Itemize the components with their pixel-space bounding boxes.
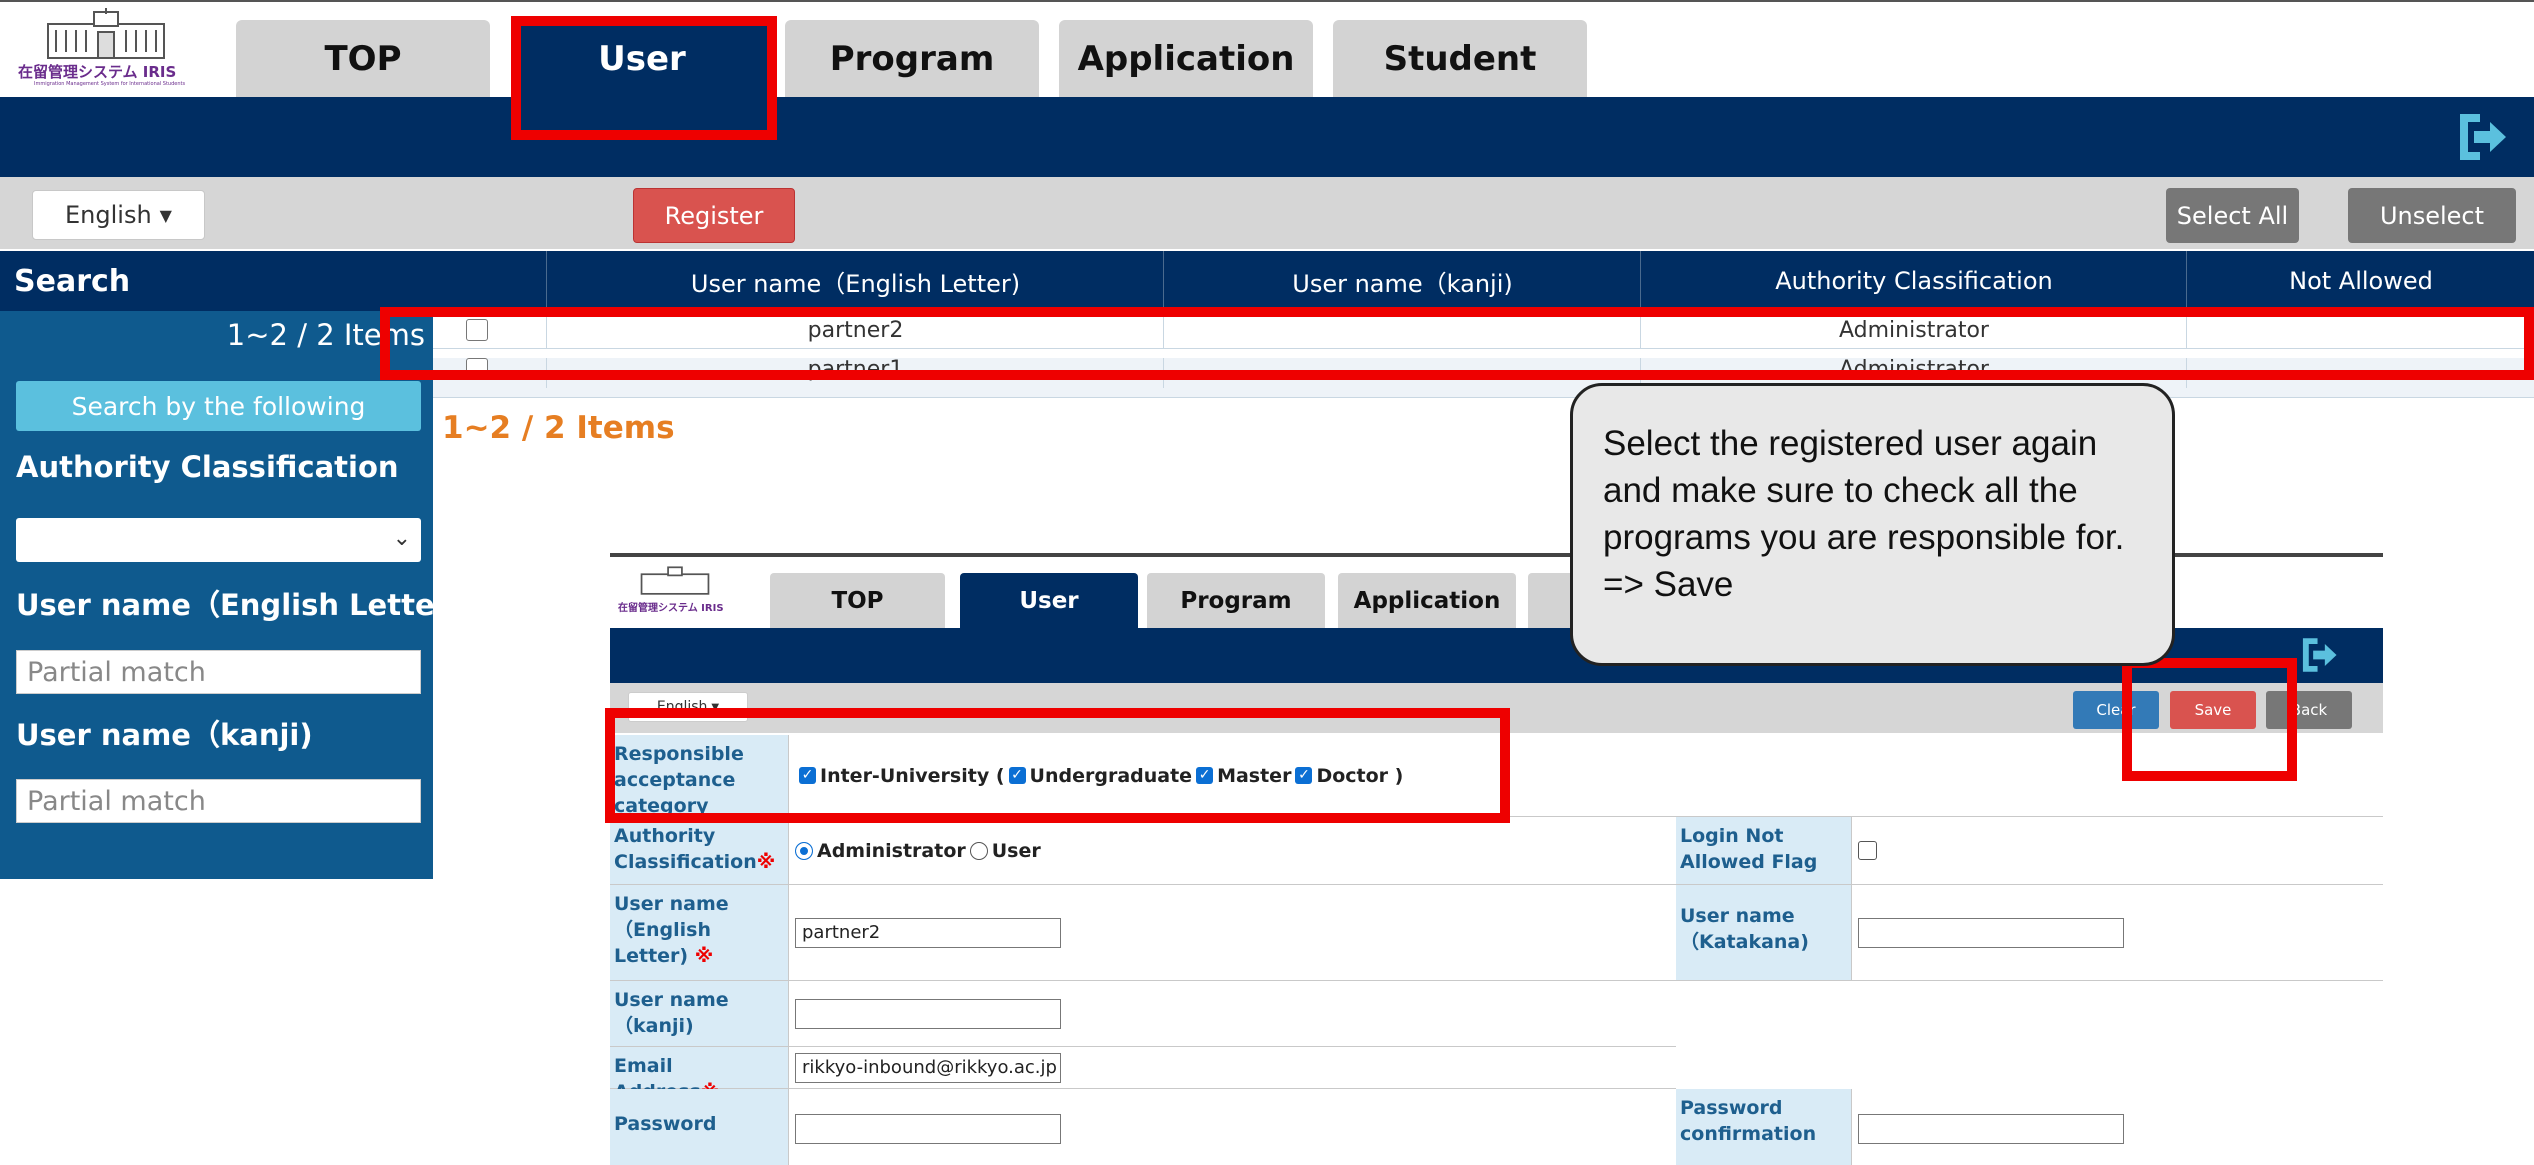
chevron-down-icon: ⌄ [392,526,411,551]
user-kanji-input[interactable] [795,998,1061,1029]
unselect-button[interactable]: Unselect [2348,188,2516,243]
user-en-label: User name（English Letter) ※ [610,885,788,981]
logout-icon[interactable] [2456,110,2508,164]
toolbar [0,177,2534,249]
logo-text: 在留管理システム IRIS [18,63,177,81]
language-dropdown[interactable]: English ▼ [32,190,205,240]
highlight-selected-row [380,307,2534,380]
required-mark: ※ [756,851,776,873]
password-field [788,1089,1676,1165]
tab-student[interactable]: Student [1333,20,1587,97]
user-en-input[interactable]: partner2 [795,917,1061,948]
authority-label-text: Authority Classification [614,825,757,873]
inset-logo: 在留管理システム IRIS [618,565,748,625]
header-user-kanji[interactable]: User name（kanji) [1163,251,1641,311]
inset-tab-top[interactable]: TOP [770,573,945,628]
password-confirm-field [1851,1089,2383,1165]
email-label: Email Address※ [610,1047,788,1103]
password-label: Password [610,1089,788,1165]
inset-logo-text: 在留管理システム IRIS [618,603,724,614]
administrator-label: Administrator [817,839,966,862]
authority-select[interactable]: ⌄ [16,518,421,562]
password-confirm-label: Password confirmation [1676,1089,1851,1165]
tab-top[interactable]: TOP [236,20,490,97]
user-en-filter-label: User name（English Letter) [16,588,463,622]
user-kanji-filter-label: User name（kanji) [16,718,313,752]
login-not-allowed-field [1851,817,2383,885]
required-mark: ※ [694,945,714,967]
email-input[interactable]: rikkyo-inbound@rikkyo.ac.jp [795,1052,1061,1083]
top-border [0,0,2534,2]
user-katakana-field [1851,885,2383,981]
email-field: rikkyo-inbound@rikkyo.ac.jp [788,1047,1676,1089]
authority-filter-label: Authority Classification [16,450,399,484]
user-en-search-input[interactable]: Partial match [16,650,421,694]
nav-bar [0,97,2534,177]
tab-program[interactable]: Program [785,20,1039,97]
search-by-button[interactable]: Search by the following [16,381,421,431]
building-icon [47,8,165,59]
user-kanji-search-input[interactable]: Partial match [16,779,421,823]
radio-user[interactable] [969,841,988,860]
user-en-field: partner2 [788,885,1676,981]
language-label: English [65,201,152,229]
header-select [433,251,546,311]
login-not-allowed-checkbox[interactable] [1858,841,1877,860]
sidebar-item-count: 1~2 / 2 Items [226,318,425,352]
header-authority[interactable]: Authority Classification [1640,251,2187,311]
header-user-en[interactable]: User name（English Letter) [546,251,1164,311]
highlight-save-button [2122,658,2297,781]
iris-logo[interactable]: 在留管理システム IRIS Immigration Management Sys… [12,6,222,90]
select-all-button[interactable]: Select All [2166,188,2299,243]
table-header: User name（English Letter) User name（kanj… [433,251,2534,311]
instruction-callout: Select the registered user again and mak… [1570,383,2175,666]
authority-label: Authority Classification※ [610,817,788,885]
items-count: 1~2 / 2 Items [442,410,675,446]
logout-icon[interactable] [2300,635,2338,675]
user-kanji-field [788,981,1676,1047]
user-katakana-label: User name（Katakana) [1676,885,1851,981]
highlight-user-tab [511,16,777,140]
inset-tab-application[interactable]: Application [1338,573,1516,628]
register-button[interactable]: Register [633,188,795,243]
building-icon [640,566,710,595]
radio-administrator[interactable] [795,841,813,860]
authority-field: Administrator User [788,817,1676,885]
callout-text: Select the registered user again and mak… [1603,424,2125,604]
inset-tab-user[interactable]: User [960,573,1138,628]
header-not-allowed[interactable]: Not Allowed [2186,251,2534,311]
login-not-allowed-label: Login Not Allowed Flag [1676,817,1851,885]
user-katakana-input[interactable] [1858,917,2124,948]
sidebar-title: Search [0,251,433,311]
user-option-label: User [991,839,1041,862]
caret-down-icon: ▼ [159,205,172,225]
tab-application[interactable]: Application [1059,20,1313,97]
user-kanji-label: User name（kanji) [610,981,788,1047]
inset-tab-program[interactable]: Program [1147,573,1325,628]
logo-subtitle: Immigration Management System for Intern… [34,81,186,87]
password-input[interactable] [795,1113,1061,1144]
highlight-responsible-category [605,708,1510,823]
password-confirm-input[interactable] [1858,1113,2124,1144]
